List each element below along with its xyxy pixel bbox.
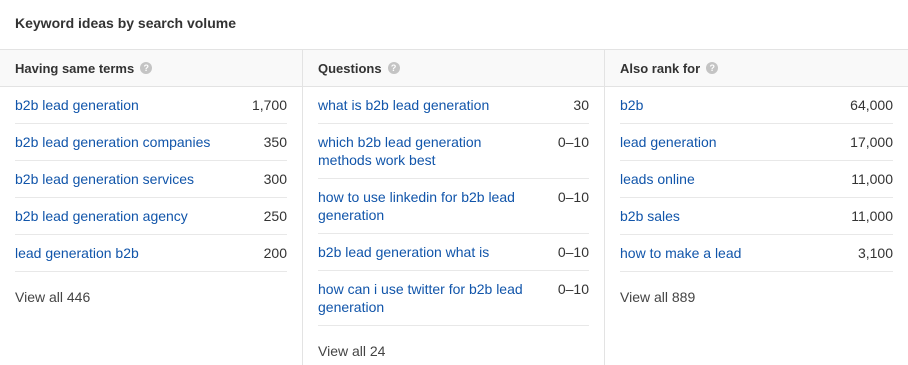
keyword-link[interactable]: b2b lead generation what is — [318, 243, 489, 261]
keyword-row: b2b 64,000 — [620, 87, 893, 124]
widget-title: Keyword ideas by search volume — [15, 15, 236, 31]
column-questions: Questions ? what is b2b lead generation … — [302, 50, 604, 365]
column-header-label: Having same terms — [15, 60, 135, 76]
search-volume: 64,000 — [850, 97, 893, 113]
keyword-row: what is b2b lead generation 30 — [318, 87, 589, 124]
search-volume: 250 — [263, 208, 287, 224]
keyword-link[interactable]: lead generation — [620, 133, 717, 151]
view-all-link[interactable]: View all 446 — [15, 289, 287, 305]
column-header-label: Also rank for — [620, 60, 701, 76]
keyword-link[interactable]: b2b lead generation services — [15, 170, 194, 188]
search-volume: 200 — [263, 245, 287, 261]
keyword-row: b2b lead generation what is 0–10 — [318, 234, 589, 271]
keyword-link[interactable]: b2b lead generation agency — [15, 207, 188, 225]
keyword-link[interactable]: lead generation b2b — [15, 244, 139, 262]
keyword-link[interactable]: which b2b lead generation methods work b… — [318, 133, 538, 169]
search-volume: 0–10 — [557, 244, 589, 260]
keyword-link[interactable]: b2b lead generation companies — [15, 133, 210, 151]
keyword-link[interactable]: how to use linkedin for b2b lead generat… — [318, 188, 538, 224]
keyword-ideas-widget: Keyword ideas by search volume Having sa… — [0, 0, 908, 365]
keyword-list: b2b lead generation 1,700 b2b lead gener… — [15, 87, 287, 272]
keyword-columns: Having same terms ? b2b lead generation … — [0, 49, 908, 365]
column-header: Having same terms ? — [0, 50, 302, 87]
keyword-row: lead generation 17,000 — [620, 124, 893, 161]
keyword-row: b2b lead generation 1,700 — [15, 87, 287, 124]
help-icon[interactable]: ? — [140, 62, 153, 74]
search-volume: 1,700 — [251, 97, 287, 113]
keyword-row: which b2b lead generation methods work b… — [318, 124, 589, 179]
column-also-rank-for: Also rank for ? b2b 64,000 lead generati… — [604, 50, 908, 365]
keyword-row: b2b lead generation agency 250 — [15, 198, 287, 235]
search-volume: 3,100 — [857, 245, 893, 261]
keyword-row: leads online 11,000 — [620, 161, 893, 198]
keyword-link[interactable]: leads online — [620, 170, 695, 188]
help-icon[interactable]: ? — [706, 62, 719, 74]
keyword-link[interactable]: how to make a lead — [620, 244, 741, 262]
keyword-link[interactable]: b2b lead generation — [15, 96, 139, 114]
search-volume: 0–10 — [557, 281, 589, 297]
keyword-list: b2b 64,000 lead generation 17,000 leads … — [620, 87, 893, 272]
keyword-row: b2b lead generation services 300 — [15, 161, 287, 198]
column-header: Questions ? — [303, 50, 604, 87]
keyword-row: b2b lead generation companies 350 — [15, 124, 287, 161]
keyword-list: what is b2b lead generation 30 which b2b… — [318, 87, 589, 326]
keyword-link[interactable]: how can i use twitter for b2b lead gener… — [318, 280, 538, 316]
keyword-row: b2b sales 11,000 — [620, 198, 893, 235]
help-icon[interactable]: ? — [387, 62, 400, 74]
column-having-same-terms: Having same terms ? b2b lead generation … — [0, 50, 302, 365]
search-volume: 300 — [263, 171, 287, 187]
keyword-link[interactable]: what is b2b lead generation — [318, 96, 489, 114]
view-all-link[interactable]: View all 889 — [620, 289, 893, 305]
keyword-row: how to use linkedin for b2b lead generat… — [318, 179, 589, 234]
keyword-row: how to make a lead 3,100 — [620, 235, 893, 272]
keyword-link[interactable]: b2b sales — [620, 207, 680, 225]
column-header-label: Questions — [318, 60, 382, 76]
search-volume: 11,000 — [851, 171, 893, 187]
column-header: Also rank for ? — [605, 50, 908, 87]
keyword-row: lead generation b2b 200 — [15, 235, 287, 272]
search-volume: 11,000 — [851, 208, 893, 224]
search-volume: 350 — [263, 134, 287, 150]
search-volume: 30 — [573, 97, 589, 113]
view-all-link[interactable]: View all 24 — [318, 343, 589, 359]
keyword-link[interactable]: b2b — [620, 96, 643, 114]
search-volume: 0–10 — [557, 189, 589, 205]
search-volume: 0–10 — [557, 134, 589, 150]
search-volume: 17,000 — [850, 134, 893, 150]
keyword-row: how can i use twitter for b2b lead gener… — [318, 271, 589, 326]
